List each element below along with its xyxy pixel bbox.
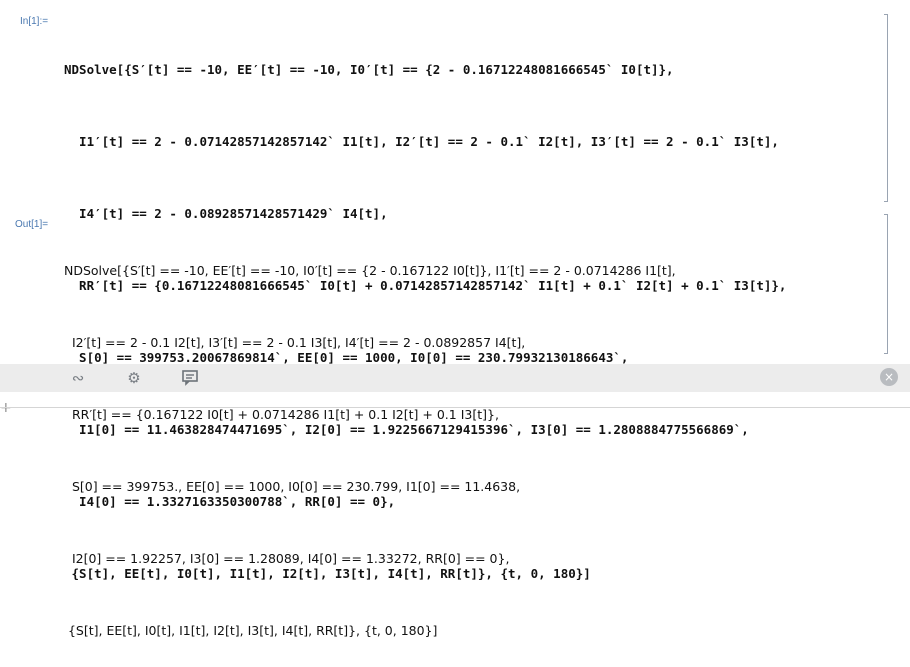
input-cell-bracket[interactable] (884, 14, 888, 202)
output-line-4: S[0] == 399753., EE[0] == 1000, I0[0] ==… (64, 479, 521, 494)
output-cell-label: Out[1]= (15, 219, 49, 230)
input-cell-label: In[1]:= (20, 16, 49, 27)
input-line-1: NDSolve[{S′[t] == -10, EE′[t] == -10, I0… (64, 62, 674, 77)
add-cell-icon[interactable]: + (0, 400, 12, 416)
output-cell-bracket[interactable] (884, 214, 888, 354)
output-line-2: I2′[t] == 2 - 0.1 I2[t], I3′[t] == 2 - 0… (64, 335, 526, 350)
output-cell-code: NDSolve[{S′[t] == -10, EE′[t] == -10, I0… (64, 211, 676, 667)
comment-icon[interactable] (180, 368, 200, 388)
cell-insertion-line[interactable] (0, 407, 910, 408)
swirl-icon[interactable]: ∾ (68, 368, 88, 388)
close-icon[interactable]: × (880, 368, 898, 386)
output-line-1: NDSolve[{S′[t] == -10, EE′[t] == -10, I0… (64, 263, 676, 278)
suggestions-bar: ∾ ⚙ × (0, 364, 910, 392)
gear-icon[interactable]: ⚙ (124, 368, 144, 388)
output-line-5: I2[0] == 1.92257, I3[0] == 1.28089, I4[0… (64, 551, 510, 566)
output-line-6: {S[t], EE[t], I0[t], I1[t], I2[t], I3[t]… (64, 623, 438, 638)
input-line-2: I1′[t] == 2 - 0.07142857142857142` I1[t]… (64, 134, 779, 149)
